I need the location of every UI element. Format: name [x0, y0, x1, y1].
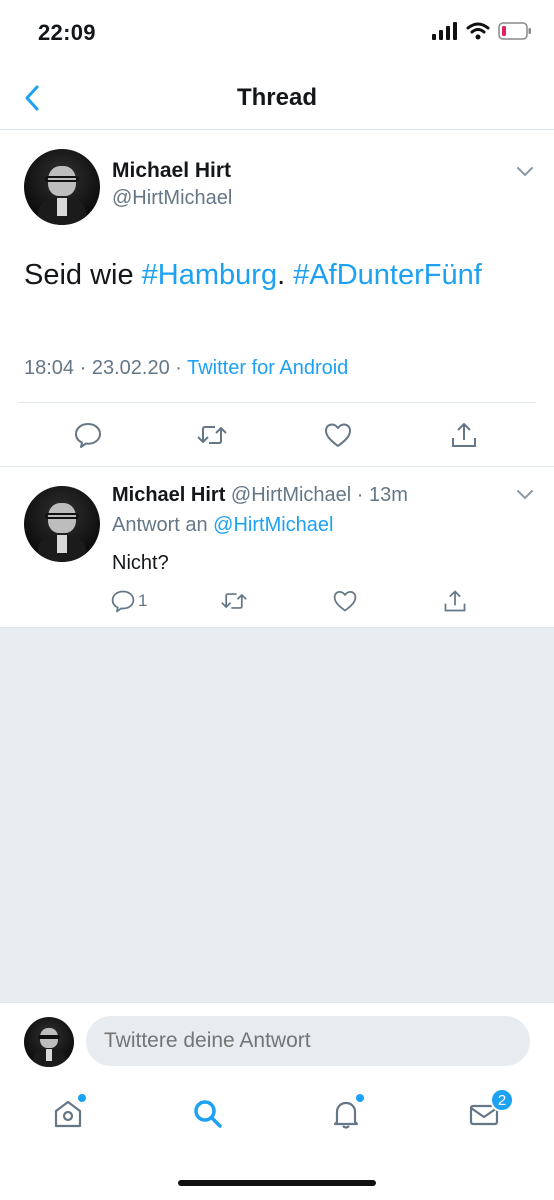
tweet-source-link[interactable]: Twitter for Android	[187, 357, 348, 379]
tab-home[interactable]	[48, 1094, 88, 1134]
tweet-date: 23.02.20	[91, 357, 170, 379]
reply-button[interactable]	[70, 417, 106, 453]
reply-header: Michael Hirt @HirtMichael · 13m	[112, 484, 408, 507]
replying-to-label: Antwort an	[112, 514, 214, 536]
share-icon	[452, 423, 476, 447]
tweet-text-plain: Seid wie	[24, 259, 142, 291]
meta-separator: ·	[169, 357, 188, 379]
mention-link[interactable]: @HirtMichael	[213, 514, 333, 536]
retweet-icon	[221, 593, 247, 609]
retweet-button[interactable]	[194, 417, 230, 453]
author-handle[interactable]: @HirtMichael	[112, 187, 232, 210]
status-bar: 22:09	[0, 0, 554, 66]
battery-low-icon	[498, 22, 531, 40]
notifications-icon	[333, 1101, 359, 1129]
empty-area	[0, 628, 554, 1002]
home-icon	[54, 1100, 82, 1128]
notifications-unread-dot	[356, 1094, 364, 1102]
tweet-text: Nicht?	[112, 552, 169, 574]
meta-separator: ·	[74, 357, 92, 379]
tweet-options-button[interactable]	[516, 488, 534, 506]
main-tweet: Michael Hirt @HirtMichael Seid wie #Hamb…	[0, 131, 554, 467]
tweet-meta: 18:04 · 23.02.20 · Twitter for Android	[24, 357, 348, 380]
search-icon	[194, 1100, 222, 1128]
reply-button[interactable]: 1	[110, 586, 147, 616]
share-icon	[444, 590, 466, 612]
reply-tweet[interactable]: Michael Hirt @HirtMichael · 13m Antwort …	[0, 468, 554, 628]
tweet-actions: 1	[0, 586, 554, 616]
author-name[interactable]: Michael Hirt	[112, 159, 231, 183]
page-title: Thread	[236, 84, 317, 111]
status-time: 22:09	[38, 20, 96, 45]
avatar[interactable]	[24, 149, 100, 225]
reply-icon	[75, 423, 101, 448]
like-button[interactable]	[332, 586, 358, 616]
home-indicator	[178, 1180, 376, 1186]
replying-to: Antwort an @HirtMichael	[112, 514, 334, 537]
tweet-time: 18:04	[24, 357, 75, 379]
like-icon	[325, 423, 351, 447]
tweet-text-sep: .	[277, 259, 294, 291]
reply-icon	[111, 590, 135, 613]
tweet-options-button[interactable]	[516, 165, 534, 183]
signal-icon	[432, 22, 457, 40]
messages-badge: 2	[490, 1088, 514, 1112]
reply-input[interactable]	[86, 1016, 530, 1066]
hashtag-link[interactable]: #Hamburg	[142, 259, 277, 291]
avatar	[24, 1017, 74, 1067]
tab-search[interactable]	[188, 1094, 228, 1134]
tweet-time: 13m	[369, 484, 408, 506]
tweet-text: Seid wie #Hamburg. #AfDunterFünf	[24, 259, 482, 292]
status-icons	[432, 22, 532, 40]
like-icon	[333, 591, 357, 612]
wifi-icon	[466, 22, 490, 40]
tweet-actions	[0, 417, 554, 453]
tab-messages[interactable]: 2	[464, 1088, 514, 1134]
home-unread-dot	[78, 1094, 86, 1102]
share-button[interactable]	[446, 417, 482, 453]
avatar[interactable]	[24, 486, 100, 562]
chevron-down-icon	[517, 490, 533, 500]
chevron-down-icon	[517, 167, 533, 177]
hashtag-link[interactable]: #AfDunterFünf	[293, 259, 482, 291]
meta-separator: ·	[351, 484, 370, 506]
share-button[interactable]	[442, 586, 468, 616]
nav-bar: Thread	[0, 66, 554, 130]
retweet-icon	[197, 426, 227, 444]
tab-notifications[interactable]	[326, 1094, 366, 1134]
retweet-button[interactable]	[220, 586, 248, 616]
reply-count: 1	[138, 591, 148, 610]
compose-bar	[0, 1002, 554, 1078]
like-button[interactable]	[320, 417, 356, 453]
author-name[interactable]: Michael Hirt	[112, 484, 225, 506]
author-handle[interactable]: @HirtMichael	[231, 484, 351, 506]
divider	[18, 402, 536, 403]
